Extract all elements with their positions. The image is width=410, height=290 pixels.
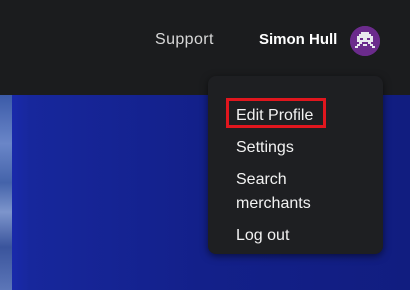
user-dropdown-menu: Edit Profile Settings Search merchants L…: [208, 76, 383, 254]
user-name[interactable]: Simon Hull: [259, 31, 337, 48]
user-avatar[interactable]: [350, 26, 380, 56]
menu-item-edit-profile[interactable]: Edit Profile: [236, 104, 313, 128]
hero-image-edge: [0, 95, 12, 290]
search-merchants-line-2: merchants: [236, 195, 311, 212]
space-invader-avatar-icon: [350, 26, 380, 56]
search-merchants-line-1: Search: [236, 171, 287, 188]
menu-item-log-out[interactable]: Log out: [236, 224, 289, 248]
support-link[interactable]: Support: [155, 31, 214, 49]
menu-item-search-merchants[interactable]: Search merchants: [236, 168, 311, 216]
menu-item-settings[interactable]: Settings: [236, 136, 294, 160]
